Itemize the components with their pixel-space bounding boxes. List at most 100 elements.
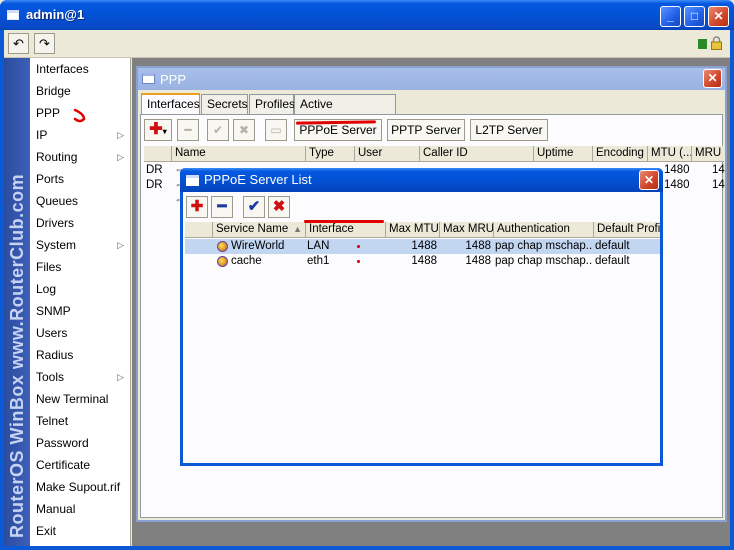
window-title: admin@1 (26, 7, 85, 22)
nav-item-password[interactable]: Password (30, 432, 130, 454)
nav-item-ports[interactable]: Ports (30, 168, 130, 190)
column-flag (185, 222, 212, 238)
nav-item-label: Log (36, 282, 57, 296)
submenu-arrow-icon: ▷ (117, 152, 124, 162)
main-titlebar[interactable]: admin@1 _ □ ✕ (0, 0, 734, 30)
pppoe-client: ✚ ━ ✔ ✖ Service Name ▲ Interface Max MTU … (183, 192, 660, 463)
service-max-mru: 1488 (465, 255, 491, 267)
nav-item-interfaces[interactable]: Interfaces (30, 58, 130, 80)
remove-icon[interactable]: ━ (177, 119, 199, 141)
nav-item-manual[interactable]: Manual (30, 498, 130, 520)
nav-item-telnet[interactable]: Telnet (30, 410, 130, 432)
nav-item-radius[interactable]: Radius (30, 344, 130, 366)
column-user[interactable]: User (354, 146, 419, 162)
disable-icon[interactable]: ✖ (233, 119, 255, 141)
column-encoding[interactable]: Encoding (592, 146, 647, 162)
column-authentication[interactable]: Authentication (493, 222, 593, 238)
column-name[interactable]: Name (171, 146, 305, 162)
nav-item-routing[interactable]: Routing ▷ (30, 146, 130, 168)
enable-icon[interactable]: ✔ (243, 196, 265, 218)
close-button[interactable]: ✕ (708, 6, 729, 27)
column-default-profile[interactable]: Default Profile (593, 222, 660, 238)
column-type[interactable]: Type (305, 146, 354, 162)
tab-active-connections[interactable]: Active Connections (294, 94, 396, 129)
pppoe-close-button[interactable]: ✕ (639, 170, 659, 190)
service-max-mru: 1488 (465, 240, 491, 252)
add-icon[interactable]: ✚ (186, 196, 208, 218)
service-interface: LAN (307, 240, 330, 252)
ppp-close-button[interactable]: ✕ (703, 69, 722, 88)
main-window: admin@1 _ □ ✕ ↶ ↷ RouterOS WinBox www.Ro… (0, 0, 734, 550)
service-max-mtu: 1488 (411, 240, 437, 252)
nav-item-label: SNMP (36, 304, 71, 318)
nav-item-bridge[interactable]: Bridge (30, 80, 130, 102)
column-mtu[interactable]: MTU (... (647, 146, 691, 162)
nav-item-label: Interfaces (36, 62, 89, 76)
nav-item-queues[interactable]: Queues (30, 190, 130, 212)
service-authentication: pap chap mschap... (495, 255, 593, 267)
nav-item-files[interactable]: Files (30, 256, 130, 278)
column-mru[interactable]: MRU (691, 146, 724, 162)
column-interface[interactable]: Interface (305, 222, 385, 238)
maximize-button[interactable]: □ (684, 6, 705, 27)
redo-icon[interactable]: ↷ (34, 33, 55, 54)
column-max-mru[interactable]: Max MRU (439, 222, 493, 238)
nav-item-system[interactable]: System ▷ (30, 234, 130, 256)
nav-item-tools[interactable]: Tools ▷ (30, 366, 130, 388)
nav-item-label: Files (36, 260, 62, 274)
remove-icon[interactable]: ━ (211, 196, 233, 218)
nav-item-snmp[interactable]: SNMP (30, 300, 130, 322)
column-caller-id[interactable]: Caller ID (419, 146, 533, 162)
nav-item-users[interactable]: Users (30, 322, 130, 344)
annotation-arrow-icon (73, 108, 86, 123)
ppp-titlebar[interactable]: PPP ✕ (138, 68, 725, 90)
tab-profiles[interactable]: Profiles (249, 94, 295, 114)
add-icon[interactable]: ✚▾ (144, 119, 172, 141)
annotation-underline (304, 220, 384, 223)
pppoe-service-icon (217, 256, 228, 267)
service-authentication: pap chap mschap... (495, 240, 593, 252)
minimize-button[interactable]: _ (660, 6, 681, 27)
nav-item-exit[interactable]: Exit (30, 520, 130, 542)
brand-sidebar: RouterOS WinBox www.RouterClub.com (4, 58, 30, 546)
service-default-profile: default (595, 240, 630, 252)
nav-item-certificate[interactable]: Certificate (30, 454, 130, 476)
row-flag: DR (146, 179, 163, 191)
pppoe-title: PPPoE Server List (204, 172, 312, 187)
annotation-dot (357, 260, 360, 263)
tab-interfaces[interactable]: Interfaces (141, 93, 200, 115)
pppoe-table-header: Service Name ▲ Interface Max MTU Max MRU … (185, 222, 660, 238)
nav-item-drivers[interactable]: Drivers (30, 212, 130, 234)
disable-icon[interactable]: ✖ (268, 196, 290, 218)
table-row[interactable]: cache eth1 1488 1488 pap chap mschap... … (185, 254, 660, 269)
submenu-arrow-icon: ▷ (117, 130, 124, 140)
pppoe-titlebar[interactable]: PPPoE Server List ✕ (180, 168, 663, 192)
service-name: cache (231, 255, 262, 267)
nav-item-new-terminal[interactable]: New Terminal (30, 388, 130, 410)
nav-item-label: Bridge (36, 84, 71, 98)
nav-item-label: Telnet (36, 414, 69, 428)
nav-item-ip[interactable]: IP ▷ (30, 124, 130, 146)
nav-menu: Interfaces Bridge PPP IP ▷ Routing ▷ Ports Queue… (30, 58, 131, 546)
nav-item-log[interactable]: Log (30, 278, 130, 300)
service-default-profile: default (595, 255, 630, 267)
l2tp-server-button[interactable]: L2TP Server (470, 119, 548, 141)
nav-item-label: Certificate (36, 458, 91, 472)
tab-secrets[interactable]: Secrets (201, 94, 248, 114)
enable-icon[interactable]: ✔ (207, 119, 229, 141)
service-interface: eth1 (307, 255, 330, 267)
row-flag: DR (146, 164, 163, 176)
window-icon (186, 175, 199, 186)
column-uptime[interactable]: Uptime (533, 146, 592, 162)
column-max-mtu[interactable]: Max MTU (385, 222, 439, 238)
pptp-server-button[interactable]: PPTP Server (387, 119, 465, 141)
column-service-name[interactable]: Service Name ▲ (212, 222, 305, 238)
row-mru: 14 (712, 164, 725, 176)
nav-item-make-supout-rif[interactable]: Make Supout.rif (30, 476, 130, 498)
undo-icon[interactable]: ↶ (8, 33, 29, 54)
row-mtu: 1480 (664, 164, 690, 176)
nav-item-label: Manual (36, 502, 76, 516)
brand-text: RouterOS WinBox www.RouterClub.com (7, 173, 27, 538)
table-row[interactable]: WireWorld LAN 1488 1488 pap chap mschap.… (185, 239, 660, 254)
comment-icon[interactable]: ▭ (265, 119, 287, 141)
